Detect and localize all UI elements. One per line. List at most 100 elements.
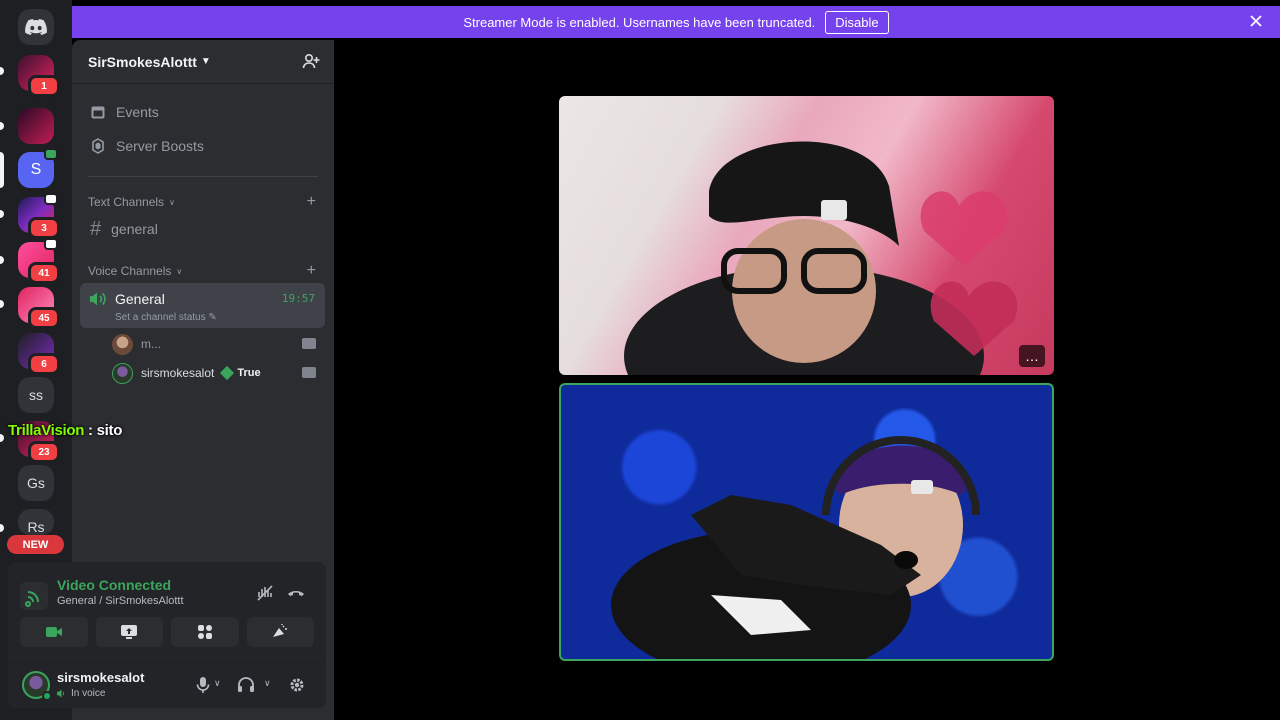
event-icon [44, 238, 58, 250]
voice-elapsed-time: 19:57 [281, 292, 315, 305]
user-status: In voice [71, 688, 106, 699]
pencil-icon: ✎ [208, 312, 217, 323]
overlay-chat-message: TrillaVision : sito [8, 422, 122, 439]
discord-logo-icon [18, 9, 54, 45]
server-icon-2[interactable] [18, 108, 54, 144]
gear-icon[interactable] [288, 676, 306, 694]
mention-badge: 23 [28, 441, 60, 463]
camera-icon [302, 338, 316, 349]
avatar [112, 362, 133, 384]
speaker-icon [57, 689, 65, 698]
server-icon-6[interactable]: 45 [18, 287, 60, 329]
streamer-mode-banner: Streamer Mode is enabled. Usernames have… [72, 6, 1280, 38]
overlay-chat-text: sito [96, 422, 123, 439]
soundboard-button[interactable] [246, 617, 314, 647]
voice-user-name: m... [141, 337, 161, 351]
guild-name: SirSmokesAlottt [88, 53, 197, 70]
noise-suppression-icon[interactable] [255, 583, 275, 603]
mention-badge: 45 [28, 307, 60, 329]
camera-icon [302, 367, 316, 378]
mention-badge: 41 [28, 262, 60, 284]
screen-share-button[interactable] [95, 617, 163, 647]
video-feed [611, 436, 980, 659]
category-label: Voice Channels [88, 264, 172, 278]
mic-icon[interactable] [194, 676, 212, 694]
server-icon-1[interactable]: 1 [18, 55, 60, 97]
divider [88, 176, 318, 177]
server-boosts-label: Server Boosts [116, 138, 204, 154]
disconnect-icon[interactable] [286, 583, 306, 603]
chevron-down-icon[interactable]: ∨ [214, 678, 221, 689]
events-label: Events [116, 104, 159, 120]
online-status-dot [42, 691, 52, 701]
calendar-icon [91, 106, 105, 119]
camera-icon [45, 627, 62, 637]
server-icon-ss[interactable]: ss [18, 377, 54, 413]
chevron-down-icon[interactable]: ∨ [264, 678, 271, 689]
overlay-chat-separator: : [84, 422, 97, 439]
unread-pill [0, 300, 4, 308]
unread-pill [0, 434, 4, 442]
headphones-icon[interactable] [237, 676, 255, 694]
voice-channels-category[interactable]: Voice Channels ∨ + [80, 261, 326, 281]
channel-general[interactable]: # general [80, 214, 326, 244]
chevron-down-icon: ∨ [176, 266, 183, 276]
server-icon-5[interactable]: 41 [18, 238, 60, 284]
activities-icon [197, 625, 212, 639]
signal-icon[interactable] [20, 582, 48, 610]
unread-pill [0, 210, 4, 218]
selected-pill [0, 152, 4, 188]
activities-button[interactable] [171, 617, 239, 647]
server-icon-7[interactable]: 6 [18, 333, 60, 375]
text-channels-category[interactable]: Text Channels ∨ + [80, 192, 326, 212]
voice-user-panel: Video Connected General / SirSmokesAlott… [8, 562, 326, 708]
server-icon-rs[interactable]: Rs [18, 509, 54, 535]
unread-pill [0, 524, 4, 532]
mention-badge: 3 [28, 217, 60, 239]
server-icon-4[interactable]: 3 [18, 193, 60, 239]
server-boosts-item[interactable]: Server Boosts [80, 130, 326, 162]
channel-label: general [111, 221, 158, 237]
screen-share-icon [121, 625, 138, 639]
overlay-chat-username: TrillaVision [8, 422, 85, 439]
channel-status[interactable]: Set a channel status ✎ [115, 312, 217, 323]
disable-button[interactable]: Disable [825, 10, 889, 34]
chevron-down-icon: ▼ [200, 56, 211, 67]
close-icon[interactable] [1248, 13, 1264, 29]
speaker-icon [90, 292, 106, 306]
add-channel-icon[interactable]: + [307, 193, 316, 211]
add-channel-icon[interactable]: + [307, 262, 316, 280]
gem-icon [220, 365, 235, 381]
user-area: sirsmokesalot In voice ∨ ∨ [8, 662, 326, 708]
voice-actions [20, 617, 314, 647]
connection-location: General / SirSmokesAlottt [57, 595, 184, 607]
username[interactable]: sirsmokesalot [57, 670, 144, 685]
banner-message: Streamer Mode is enabled. Usernames have… [463, 14, 816, 30]
invite-icon[interactable] [302, 52, 320, 70]
server-icon-gs[interactable]: Gs [18, 465, 54, 501]
unread-pill [0, 122, 4, 130]
server-icon-sirsmokesalottt[interactable]: S [18, 148, 58, 188]
video-tile[interactable]: … [559, 96, 1054, 375]
unread-pill [0, 67, 4, 75]
connection-status[interactable]: Video Connected [57, 577, 171, 593]
new-unreads-pill[interactable]: NEW [7, 535, 64, 554]
voice-user-name: sirsmokesalot [141, 366, 215, 380]
event-icon [44, 193, 58, 205]
boost-icon [92, 138, 104, 154]
home-button[interactable] [18, 9, 54, 45]
voice-channel-general[interactable]: General Set a channel status ✎ 19:57 [80, 283, 325, 328]
guild-header[interactable]: SirSmokesAlottt ▼ [72, 40, 334, 84]
soundboard-icon [273, 624, 288, 637]
mention-badge: 6 [28, 353, 60, 375]
mention-badge: 1 [28, 75, 60, 97]
unread-pill [0, 256, 4, 264]
camera-button[interactable] [20, 617, 88, 647]
user-tag: True [220, 365, 261, 381]
video-tile-speaking[interactable] [559, 383, 1054, 661]
more-options-button[interactable]: … [1019, 345, 1045, 367]
voice-user[interactable]: m... [112, 331, 326, 357]
events-item[interactable]: Events [80, 96, 326, 128]
voice-connection: Video Connected General / SirSmokesAlott… [20, 574, 314, 618]
voice-user[interactable]: sirsmokesalot True [112, 360, 326, 386]
